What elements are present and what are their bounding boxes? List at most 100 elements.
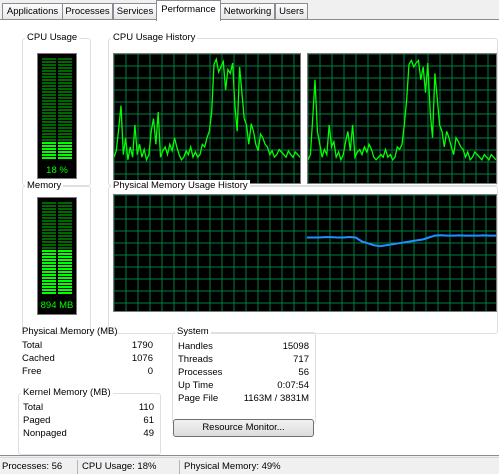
meter-segment [58,139,72,141]
meter-segment [58,217,72,219]
meter-segment [42,97,56,99]
meter-segment [42,211,56,213]
meter-segment-lit [42,256,56,258]
kernel-memory-title: Kernel Memory (MB) [21,387,113,398]
stat-label: Page File [178,393,219,404]
meter-segment [58,247,72,249]
meter-segment-lit [42,286,56,288]
meter-segment [42,112,56,114]
history-line [308,59,496,162]
meter-segment [58,79,72,81]
history-line [114,57,300,162]
meter-segment [58,115,72,117]
cpu-usage-group: CPU Usage 18 % [22,32,91,186]
tab-networking[interactable]: Networking [220,3,275,20]
meter-segment [42,109,56,111]
meter-segment [58,127,72,129]
status-physical-memory: Physical Memory: 49% [184,461,281,472]
meter-segment-lit [58,274,72,276]
meter-segment [58,244,72,246]
system-handles-row: Handles 15098 [178,341,309,353]
meter-segment [58,205,72,207]
meter-segment [58,73,72,75]
stat-label: Nonpaged [23,428,67,439]
meter-segment [58,241,72,243]
memory-history-group: Physical Memory Usage History [108,180,498,334]
meter-segment [42,67,56,69]
stat-label: Processes [178,367,223,378]
meter-segment [58,88,72,90]
meter-segment [58,67,72,69]
meter-segment-lit [42,262,56,264]
meter-segment [58,118,72,120]
cpu-usage-title: CPU Usage [25,32,80,43]
tab-applications[interactable]: Applications [2,3,63,20]
meter-segment [58,91,72,93]
meter-segment [58,97,72,99]
meter-segment-lit [42,271,56,273]
meter-segment [58,124,72,126]
cpu-history-graph-core-1 [113,53,301,184]
stat-value: 0 [147,366,153,377]
stat-value: 49 [143,428,154,439]
meter-segment [58,232,72,234]
meter-segment [58,223,72,225]
meter-segment [58,229,72,231]
meter-segment [42,118,56,120]
memory-group: Memory 894 MB [22,180,91,334]
meter-segment [42,58,56,60]
meter-segment [58,133,72,135]
meter-segment [58,61,72,63]
meter-segment [58,220,72,222]
system-title: System [175,326,211,337]
cpu-history-graph-core-2 [307,53,497,184]
meter-segment [42,208,56,210]
meter-segment [42,241,56,243]
meter-segment [42,79,56,81]
meter-segment [42,61,56,63]
meter-segment-lit [42,154,56,156]
meter-segment-lit [58,292,72,294]
meter-segment-lit [58,151,72,153]
meter-segment [58,211,72,213]
meter-segment [42,94,56,96]
meter-segment [58,58,72,60]
tab-performance[interactable]: Performance [156,0,221,21]
meter-segment [58,109,72,111]
physical-memory-free-row: Free 0 [22,366,153,378]
meter-segment-lit [58,280,72,282]
meter-segment [42,115,56,117]
meter-segment-lit [42,151,56,153]
system-threads-row: Threads 717 [178,354,309,366]
meter-segment-lit [42,142,56,144]
meter-segment [58,64,72,66]
meter-segment-lit [58,259,72,261]
meter-segment [58,106,72,108]
status-bar: Processes: 56 CPU Usage: 18% Physical Me… [0,457,499,474]
system-pagefile-row: Page File 1163M / 3831M [178,393,309,405]
meter-segment [42,214,56,216]
meter-segment [42,85,56,87]
tab-services[interactable]: Services [113,3,157,20]
meter-segment [58,226,72,228]
cpu-history-group: CPU Usage History [108,32,498,186]
physical-memory-cached-row: Cached 1076 [22,353,153,365]
meter-segment-lit [58,271,72,273]
meter-segment-lit [42,277,56,279]
meter-segment-lit [58,286,72,288]
tab-processes[interactable]: Processes [62,3,113,20]
meter-segment-lit [42,283,56,285]
meter-segment-lit [42,145,56,147]
meter-segment-lit [42,250,56,252]
physical-memory-title: Physical Memory (MB) [22,326,118,337]
meter-segment-lit [42,274,56,276]
meter-segment [42,136,56,138]
meter-segment [58,85,72,87]
meter-segment [42,247,56,249]
status-processes: Processes: 56 [0,460,78,474]
resource-monitor-button[interactable]: Resource Monitor... [173,419,314,437]
meter-segment [42,127,56,129]
tab-users[interactable]: Users [275,3,308,20]
meter-segment [58,70,72,72]
meter-segment-lit [58,154,72,156]
